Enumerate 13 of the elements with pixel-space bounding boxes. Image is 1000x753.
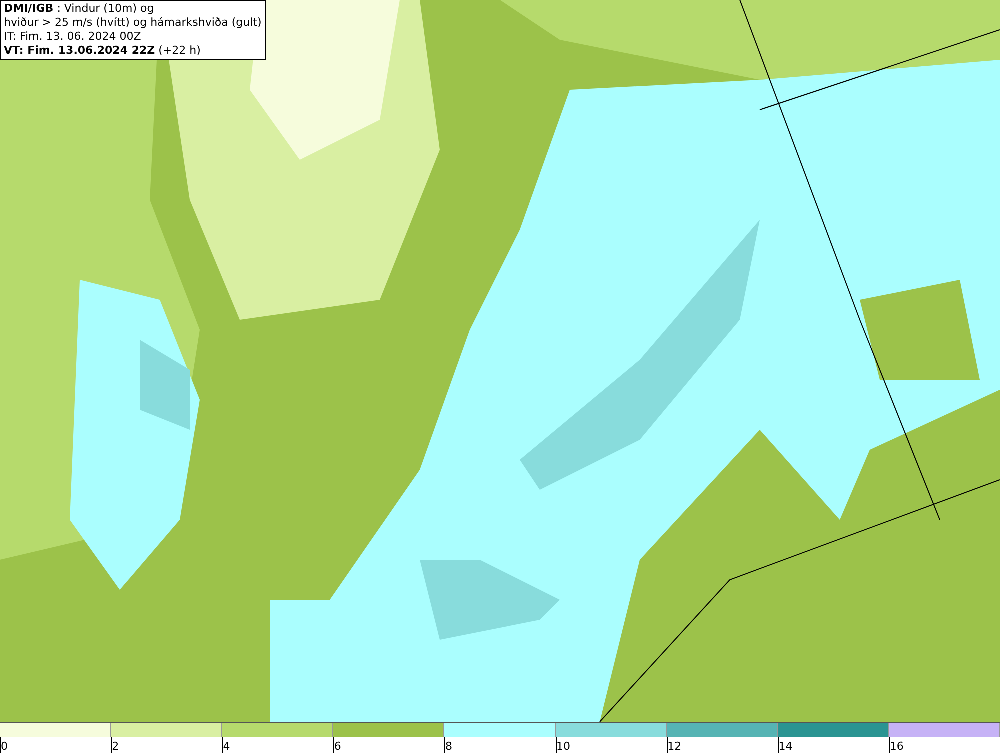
legend-tick-label: 2 <box>112 740 120 753</box>
legend-tick-label: 12 <box>668 740 682 753</box>
legend-tick-label: 16 <box>890 740 904 753</box>
info-text: VT: Fim. 13.06.2024 22Z (+22 h) <box>4 44 202 58</box>
legend-tick-label: 8 <box>445 740 452 753</box>
info-text: IT: Fim. 13. 06. 2024 00Z <box>4 30 142 44</box>
legend-tick-label: 14 <box>778 740 793 753</box>
info-text: DMI/IGB : Vindur (10m) og <box>4 2 156 16</box>
legend-tick-label: 0 <box>1 740 8 753</box>
legend-tick-label: 6 <box>334 740 342 753</box>
info-text: hviður > 25 m/s (hvítt) og hámarkshviða (gult) <box>4 16 262 30</box>
legend-tick-label: 4 <box>223 740 230 753</box>
legend-tick-label: 10 <box>556 740 571 753</box>
